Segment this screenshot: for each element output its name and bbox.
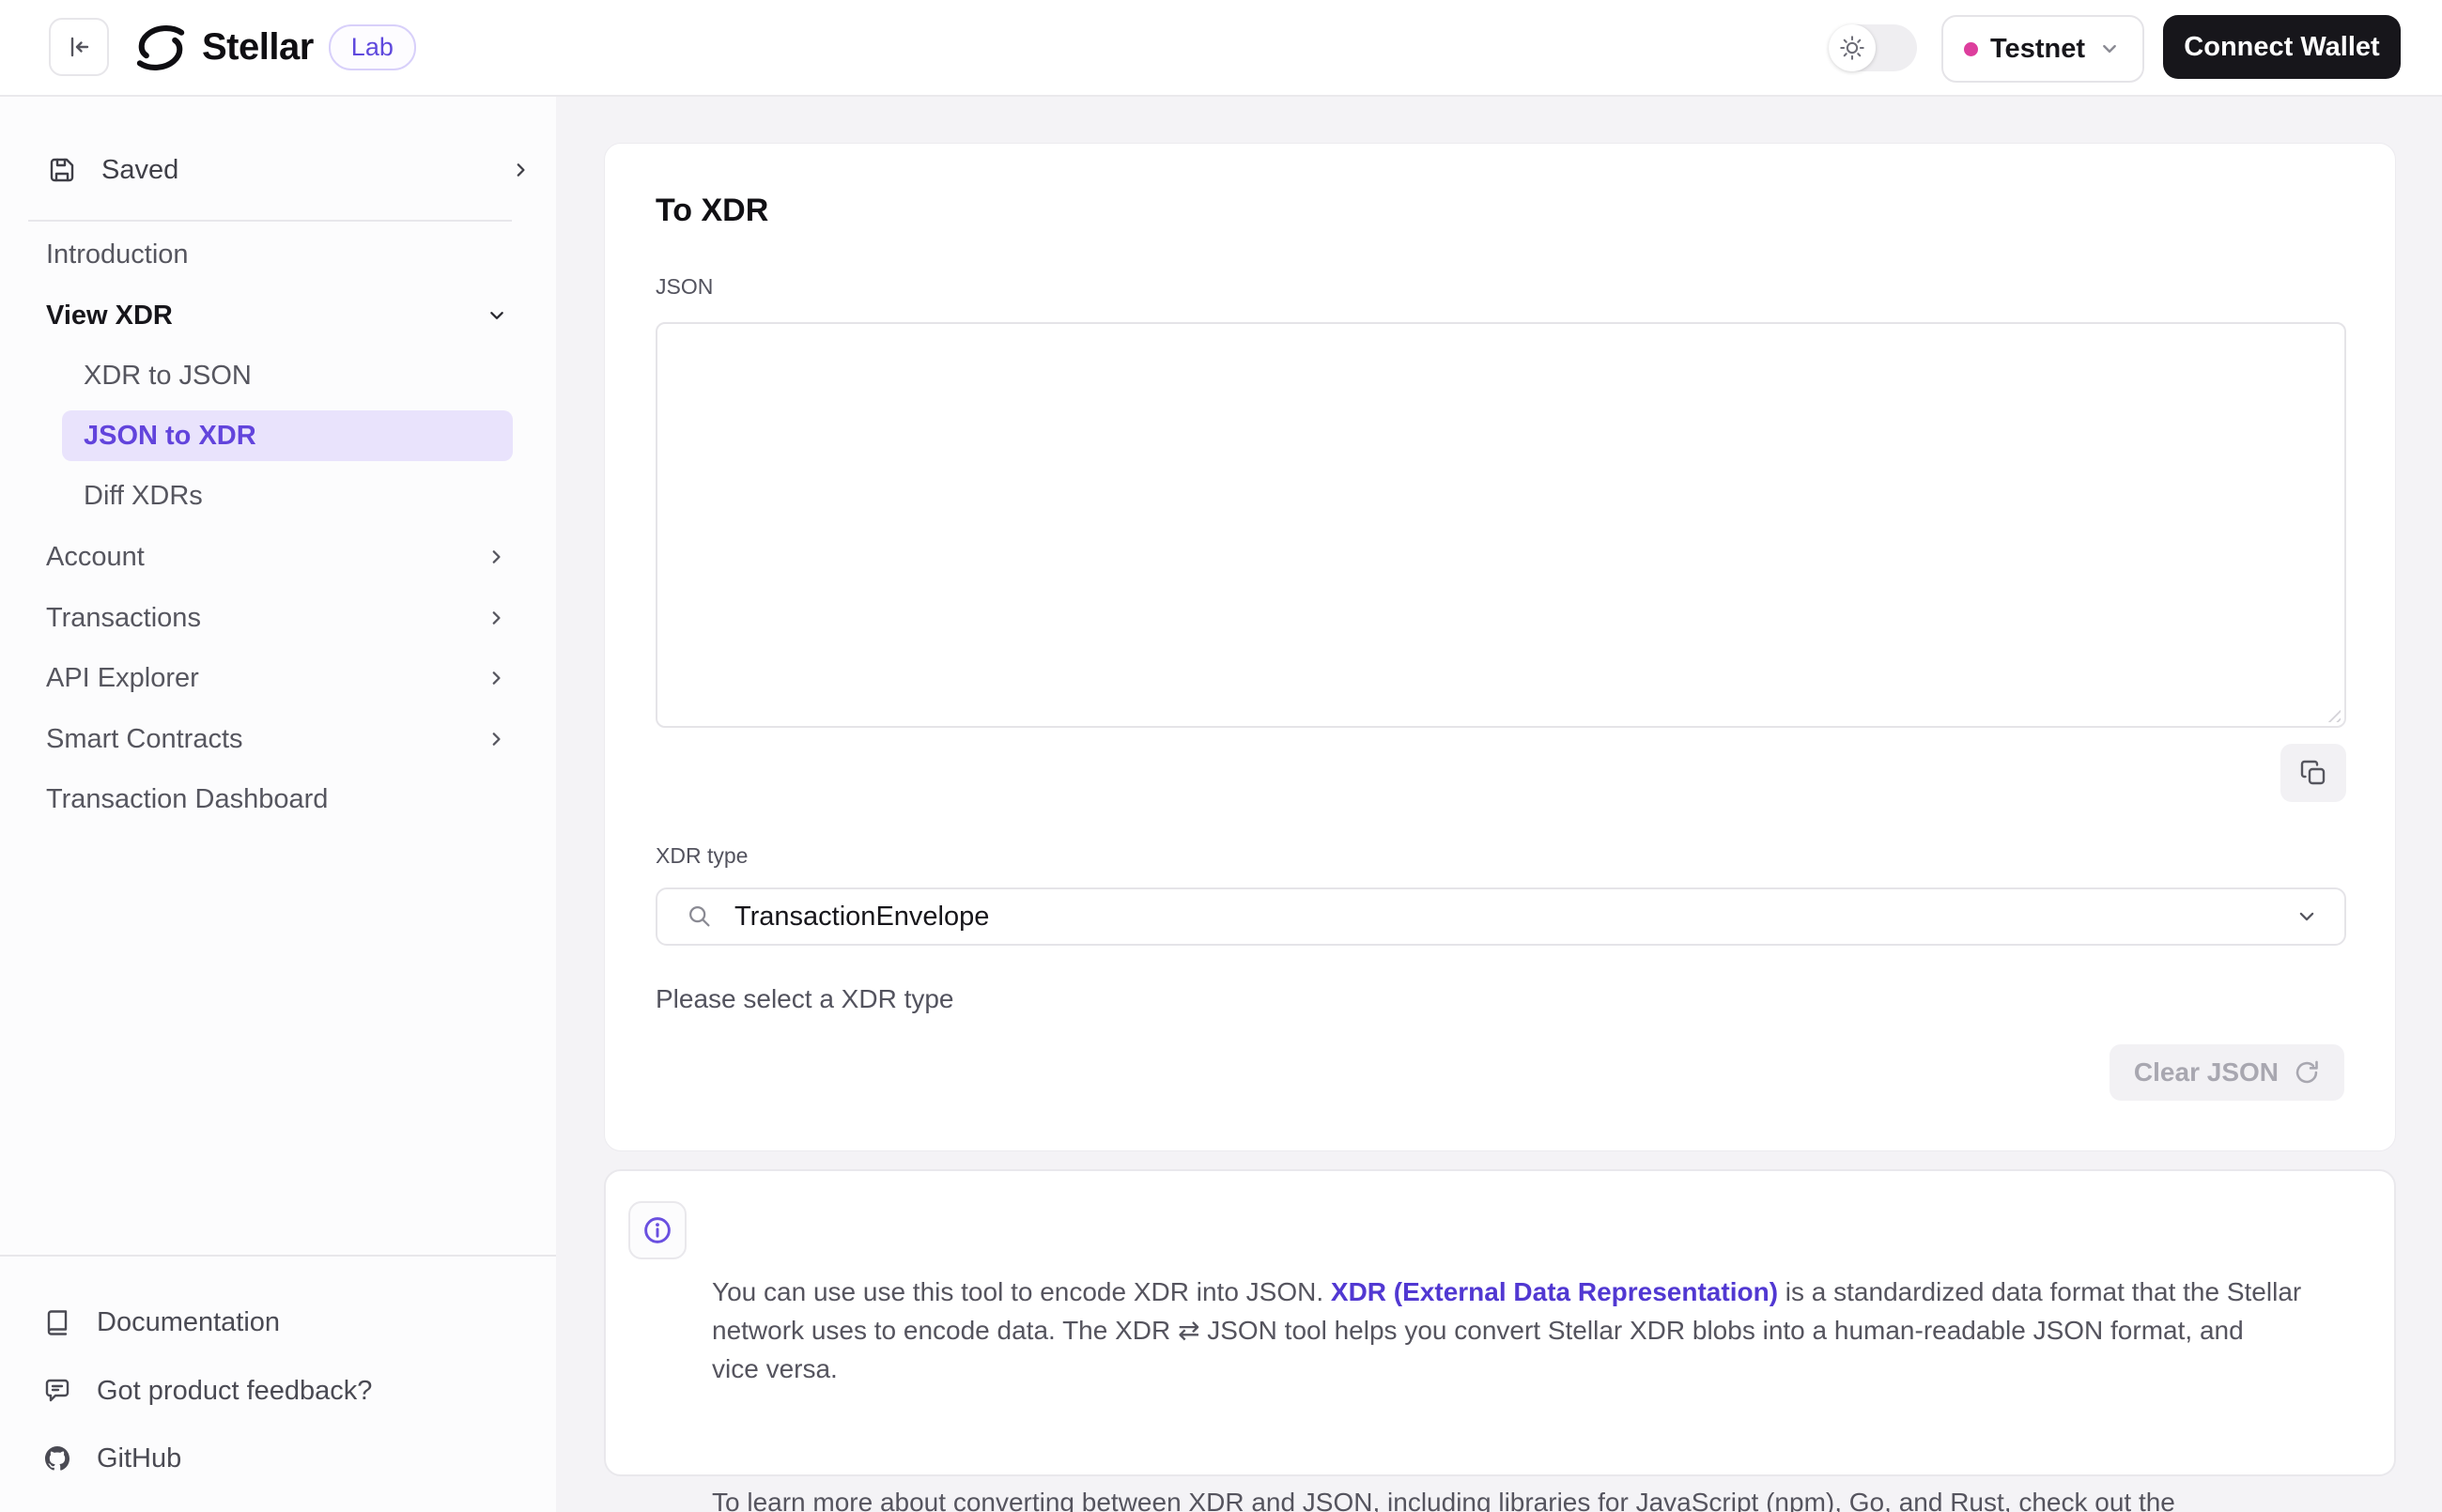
sidebar-footer-divider [0,1255,556,1257]
sidebar-item-saved[interactable]: Saved [23,141,533,199]
stellar-logo-icon [136,24,185,70]
sidebar-item-view-xdr[interactable]: View XDR [0,285,556,346]
theme-toggle-knob [1829,24,1876,71]
to-xdr-card: To XDR JSON XDR type TransactionEnvelope [604,143,2396,1151]
network-label: Testnet [1990,33,2085,64]
sidebar-item-label: JSON to XDR [84,420,256,451]
sidebar-link-github[interactable]: GitHub [0,1429,556,1488]
chevron-down-icon [2103,44,2116,54]
chevron-right-icon [492,611,501,625]
link-xdr-external-data-representation[interactable]: XDR (External Data Representation) [1331,1277,1778,1306]
sidebar-item-diff-xdrs[interactable]: Diff XDRs [0,466,556,526]
clear-json-label: Clear JSON [2133,1057,2279,1087]
chevron-right-icon [492,671,501,685]
sidebar-item-label: Introduction [46,239,189,270]
chevron-right-icon [492,733,501,746]
network-status-dot [1964,41,1978,56]
theme-toggle[interactable] [1829,24,1917,71]
sidebar-item-api-explorer[interactable]: API Explorer [0,648,556,708]
copy-button[interactable] [2280,744,2346,802]
lab-badge: Lab [328,24,416,70]
sidebar-item-label: Saved [101,154,179,185]
json-field-label: JSON [656,274,714,299]
sidebar-link-feedback[interactable]: Got product feedback? [0,1362,556,1420]
xdr-type-label: XDR type [656,843,749,868]
chevron-down-icon[interactable] [2294,903,2320,930]
info-icon-box [628,1201,687,1259]
sidebar-item-label: Transactions [46,602,201,633]
sidebar-item-label: Diff XDRs [84,480,203,511]
header: Stellar Lab Testnet Connect Wallet [0,0,2442,97]
sidebar-item-label: Smart Contracts [46,723,243,754]
info-card: You can use use this tool to encode XDR … [604,1169,2396,1512]
sidebar-divider [28,220,512,222]
collapse-left-icon [70,37,89,57]
stellar-lab-app: Stellar Lab Testnet Connect Wallet Saved… [0,0,2442,1512]
chat-bubble-icon [45,1379,70,1402]
sidebar: Saved Introduction View XDR XDR to JSON … [0,95,558,1512]
sidebar-item-label: Account [46,541,145,572]
book-icon [47,1310,68,1335]
sidebar-link-label: GitHub [97,1443,182,1473]
helper-text: Please select a XDR type [656,984,954,1013]
info-circle-icon [644,1217,671,1243]
sidebar-item-label: XDR to JSON [84,360,252,391]
collapse-sidebar-button[interactable] [49,18,109,76]
search-icon [689,906,710,927]
refresh-icon [2295,1060,2318,1084]
network-selector[interactable]: Testnet [1941,15,2144,83]
chevron-right-icon [517,163,525,177]
chevron-right-icon [492,550,501,563]
sidebar-item-label: Transaction Dashboard [46,783,329,814]
active-nav-pill: JSON to XDR [62,410,513,461]
page-title: To XDR [656,193,769,228]
brand-name: Stellar [202,26,314,68]
json-input-textarea[interactable] [656,322,2346,728]
sidebar-item-transactions[interactable]: Transactions [0,588,556,648]
info-paragraph-2: To learn more about converting between X… [712,1488,2175,1512]
sidebar-item-transaction-dashboard[interactable]: Transaction Dashboard [0,769,556,829]
chevron-down-icon [490,312,503,319]
sidebar-item-account[interactable]: Account [0,527,556,587]
xdr-type-combobox[interactable]: TransactionEnvelope [656,887,2346,946]
main-content: To XDR JSON XDR type TransactionEnvelope [556,95,2442,1512]
sidebar-item-smart-contracts[interactable]: Smart Contracts [0,709,556,769]
xdr-type-value: TransactionEnvelope [734,901,990,932]
sidebar-item-json-to-xdr[interactable]: JSON to XDR [0,406,556,466]
copy-icon [2300,760,2326,785]
github-icon [45,1446,70,1471]
sidebar-item-xdr-to-json[interactable]: XDR to JSON [0,346,556,406]
sidebar-item-introduction[interactable]: Introduction [0,224,556,285]
connect-wallet-button[interactable]: Connect Wallet [2163,15,2401,79]
brand[interactable]: Stellar Lab [134,0,416,95]
sidebar-item-label: API Explorer [46,662,199,693]
info-text: You can use use this tool to encode XDR … [712,1196,2379,1512]
floppy-disk-icon [50,158,74,182]
sidebar-item-label: View XDR [46,300,173,331]
sidebar-link-label: Got product feedback? [97,1375,373,1406]
clear-json-button[interactable]: Clear JSON [2109,1044,2344,1101]
sidebar-link-label: Documentation [97,1306,281,1337]
sidebar-link-documentation[interactable]: Documentation [0,1293,556,1351]
info-paragraph-1: You can use use this tool to encode XDR … [712,1277,2302,1383]
sun-icon [1840,36,1864,60]
